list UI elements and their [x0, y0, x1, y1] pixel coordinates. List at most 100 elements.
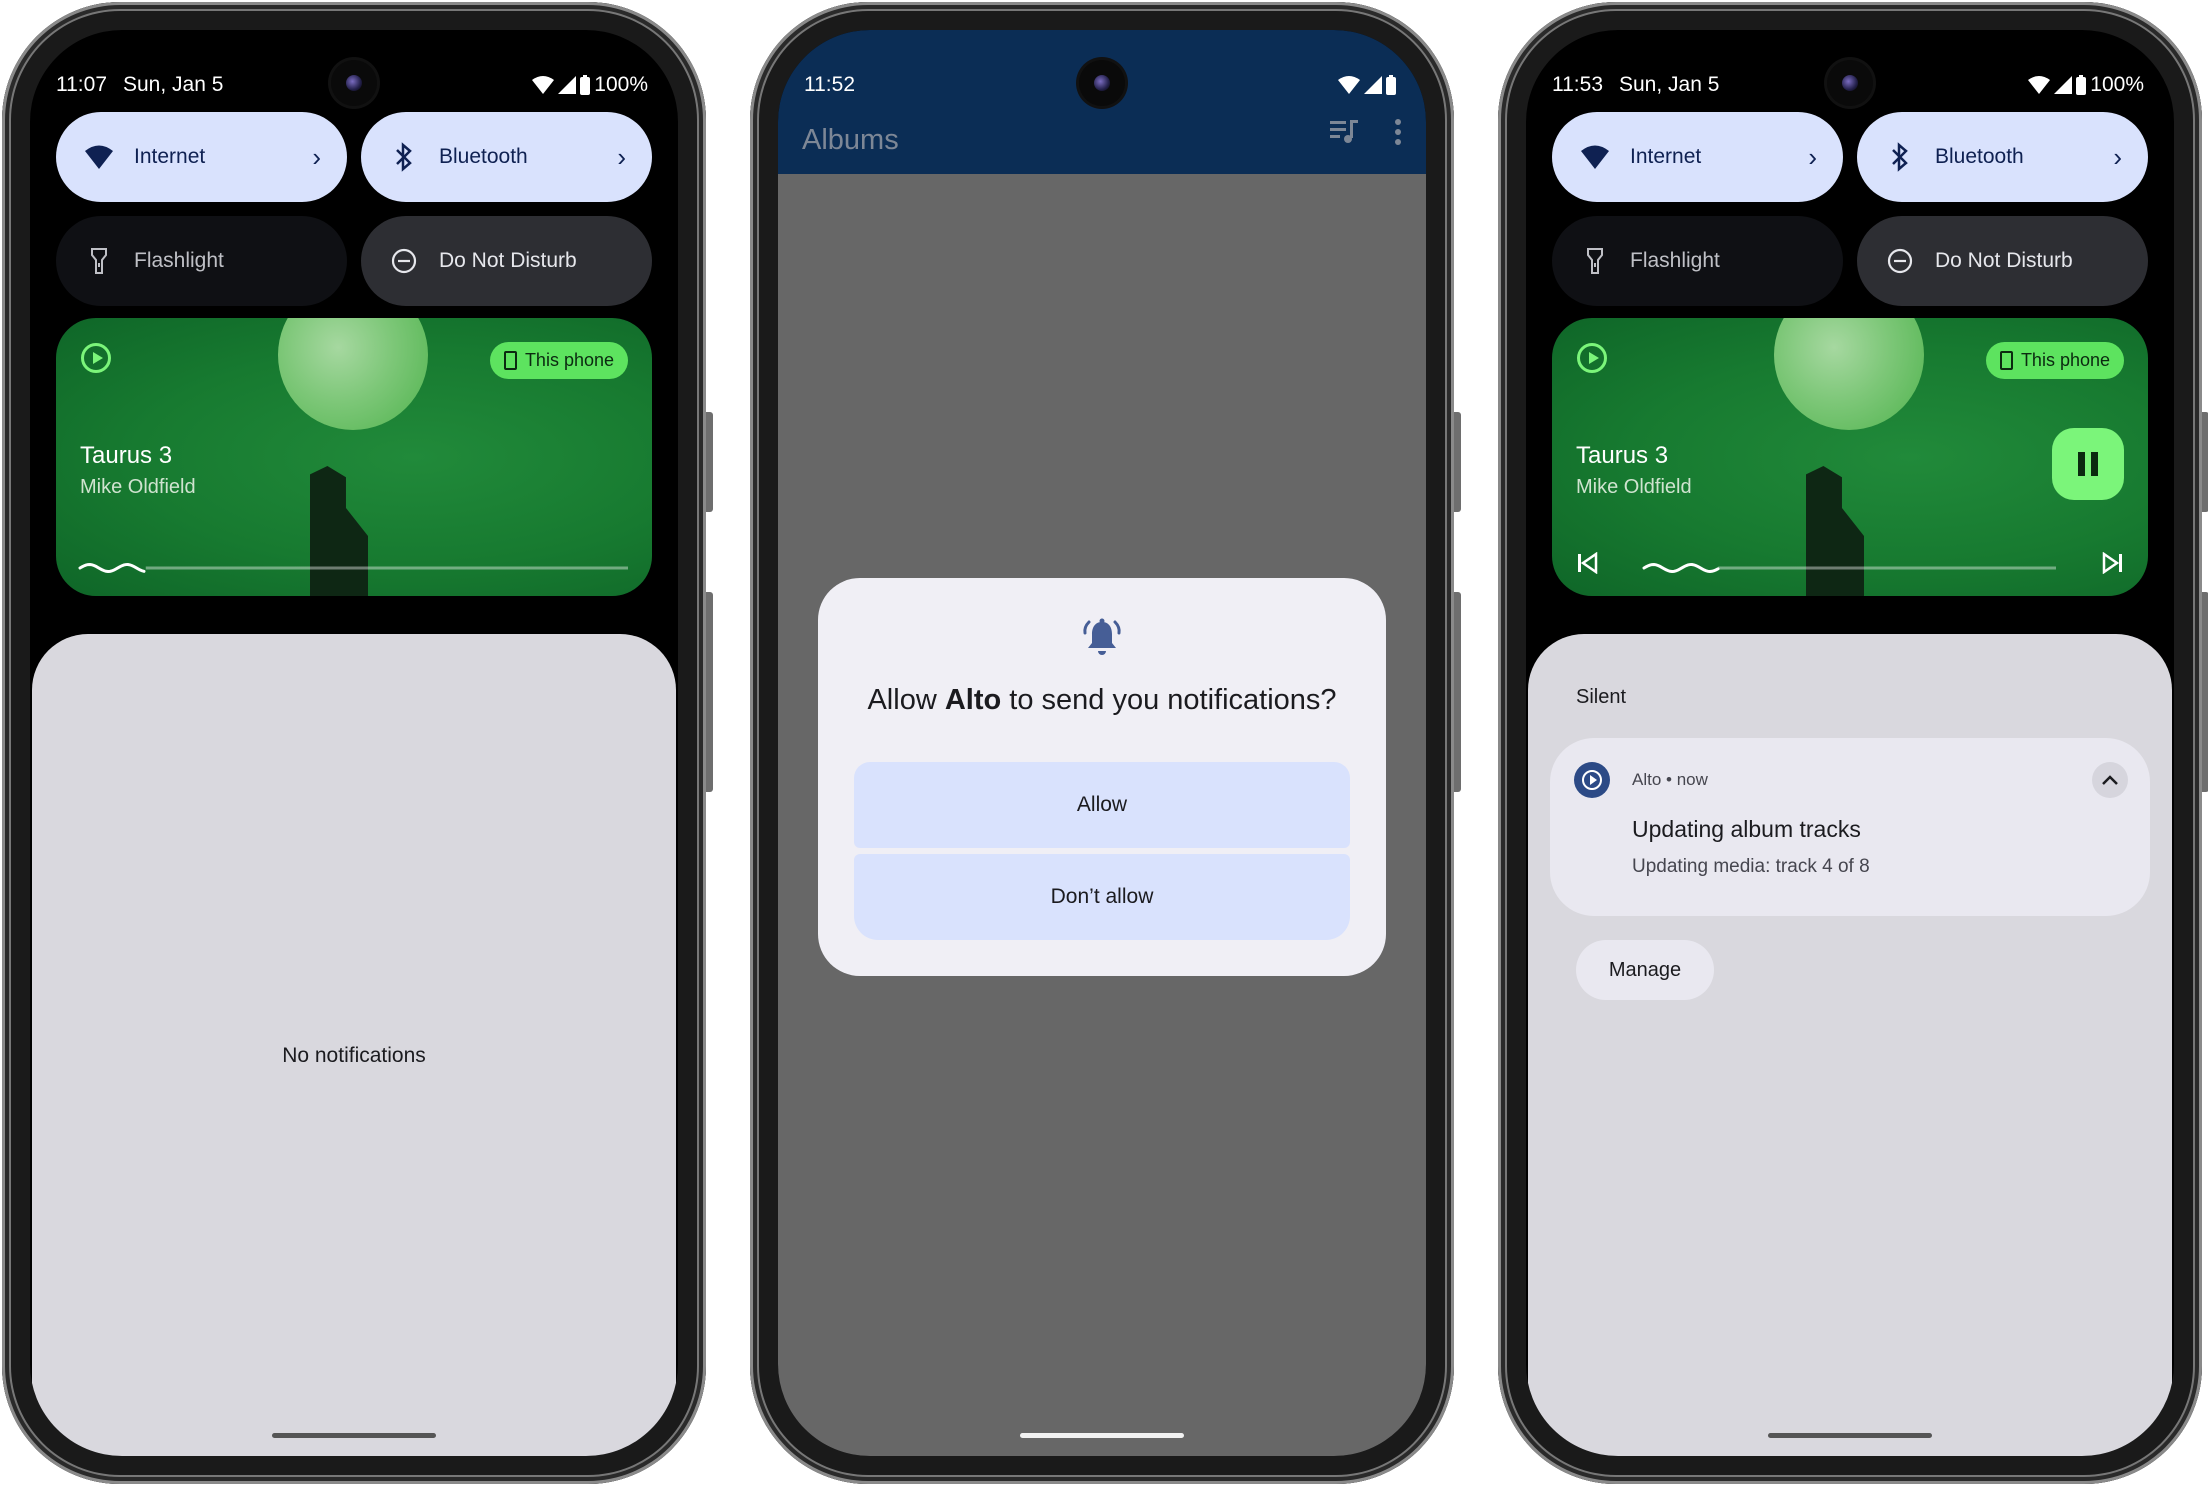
alto-app-icon	[1574, 762, 1610, 798]
album-art-moon	[1774, 318, 1924, 430]
tile-flashlight[interactable]: Flashlight	[56, 216, 347, 306]
dialog-question: Allow Alto to send you notifications?	[818, 684, 1386, 717]
notification-card[interactable]: Alto • now Updating album tracks Updatin…	[1550, 738, 2150, 916]
bluetooth-icon	[1883, 140, 1917, 174]
screen-quick-settings-notification: 11:53 Sun, Jan 5 100% Internet › Bluetoo…	[1526, 30, 2174, 1456]
queue-music-icon[interactable]	[1330, 118, 1360, 144]
notification-meta: Alto • now	[1632, 770, 1708, 789]
skip-next-icon[interactable]	[2102, 552, 2124, 574]
skip-previous-icon[interactable]	[1576, 552, 1598, 574]
smartphone-icon	[503, 351, 517, 370]
home-gesture-bar[interactable]	[1020, 1433, 1184, 1438]
media-artist: Mike Oldfield	[80, 476, 196, 498]
seek-progress	[78, 563, 146, 574]
tile-do-not-disturb[interactable]: Do Not Disturb	[1857, 216, 2148, 306]
wifi-icon	[1578, 140, 1612, 174]
tile-internet[interactable]: Internet ›	[56, 112, 347, 202]
chevron-right-icon: ›	[1808, 141, 1817, 172]
allow-button[interactable]: Allow	[854, 762, 1350, 848]
tile-label: Do Not Disturb	[1935, 249, 2073, 272]
cell-signal-icon	[2054, 76, 2073, 94]
question-app-name: Alto	[944, 684, 1002, 716]
seek-progress	[1642, 563, 1720, 574]
tile-label: Flashlight	[1630, 249, 1720, 272]
output-device-chip[interactable]: This phone	[489, 342, 628, 379]
chevron-up-icon	[2102, 775, 2118, 785]
album-art-moon	[278, 318, 428, 430]
tile-label: Bluetooth	[1935, 145, 2024, 168]
tile-label: Internet	[1630, 145, 1702, 168]
wifi-signal-icon	[532, 76, 555, 94]
wifi-signal-icon	[1338, 76, 1360, 94]
power-button	[706, 412, 713, 512]
media-title: Taurus 3	[80, 442, 173, 469]
tile-flashlight[interactable]: Flashlight	[1552, 216, 1843, 306]
flashlight-icon	[82, 244, 116, 278]
wifi-icon	[82, 140, 116, 174]
tile-label: Do Not Disturb	[439, 249, 577, 272]
screen-permission-dialog: Albums 11:52 Allow Alto to send you noti…	[778, 30, 1426, 1456]
pause-button[interactable]	[2052, 428, 2124, 500]
seek-bar-track	[78, 563, 628, 574]
status-date: Sun, Jan 5	[123, 73, 224, 96]
battery-icon	[580, 75, 591, 95]
media-player-card[interactable]: This phone Taurus 3 Mike Oldfield	[1552, 318, 2148, 596]
tile-bluetooth[interactable]: Bluetooth ›	[361, 112, 652, 202]
pause-icon-bar	[2078, 452, 2085, 476]
notification-bell-icon	[1083, 618, 1121, 655]
media-player-card[interactable]: This phone Taurus 3 Mike Oldfield	[56, 318, 652, 596]
question-suffix: to send you notifications?	[1001, 684, 1337, 716]
screen-quick-settings-empty: 11:07 Sun, Jan 5 100% Internet › Bluetoo…	[30, 30, 678, 1456]
tile-label: Bluetooth	[439, 145, 528, 168]
manage-button[interactable]: Manage	[1576, 940, 1714, 1000]
tile-internet[interactable]: Internet ›	[1552, 112, 1843, 202]
notification-title: Updating album tracks	[1632, 816, 1861, 842]
chevron-right-icon: ›	[312, 141, 321, 172]
phone-frame-1: 11:07 Sun, Jan 5 100% Internet › Bluetoo…	[2, 2, 713, 1484]
power-button	[2202, 412, 2208, 512]
phone-frame-3: 11:53 Sun, Jan 5 100% Internet › Bluetoo…	[1498, 2, 2208, 1484]
status-bar: 11:53 Sun, Jan 5 100%	[1552, 68, 2144, 102]
notification-app: Alto	[1632, 770, 1662, 789]
dont-allow-button[interactable]: Don’t allow	[854, 854, 1350, 940]
output-device-label: This phone	[2020, 350, 2110, 370]
phone-frame-2: Albums 11:52 Allow Alto to send you noti…	[750, 2, 1461, 1484]
no-notifications-text: No notifications	[282, 1044, 426, 1067]
seek-bar-track	[1642, 563, 2056, 574]
tile-label: Internet	[134, 145, 206, 168]
volume-button	[2202, 592, 2208, 792]
album-art-tower	[1806, 466, 1864, 596]
volume-button	[706, 592, 713, 792]
notification-time: now	[1676, 770, 1708, 789]
quick-settings-tiles: Internet › Bluetooth › Flashlight Do Not…	[1552, 112, 2148, 306]
pause-icon-bar	[2091, 452, 2098, 476]
media-app-icon	[81, 343, 111, 373]
chevron-right-icon: ›	[2113, 141, 2122, 172]
app-bar-title: Albums	[802, 124, 899, 156]
seek-bar[interactable]	[78, 560, 628, 574]
more-vert-icon[interactable]	[1394, 118, 1402, 146]
volume-button	[1454, 592, 1461, 792]
do-not-disturb-icon	[387, 244, 421, 278]
status-bar: 11:07 Sun, Jan 5 100%	[56, 68, 648, 102]
power-button	[1454, 412, 1461, 512]
home-gesture-bar[interactable]	[272, 1433, 436, 1438]
tile-label: Flashlight	[134, 249, 224, 272]
media-app-icon	[1577, 343, 1607, 373]
status-time: 11:52	[804, 73, 855, 96]
chevron-right-icon: ›	[617, 141, 626, 172]
home-gesture-bar[interactable]	[1768, 1433, 1932, 1438]
battery-percent: 100%	[594, 73, 648, 96]
battery-icon	[2076, 75, 2087, 95]
notification-shade: Silent Alto • now Updating album tracks …	[1528, 634, 2172, 1456]
seek-bar[interactable]	[1642, 560, 2056, 574]
question-prefix: Allow	[867, 684, 945, 716]
tile-bluetooth[interactable]: Bluetooth ›	[1857, 112, 2148, 202]
notification-text: Updating media: track 4 of 8	[1632, 856, 1870, 877]
tile-do-not-disturb[interactable]: Do Not Disturb	[361, 216, 652, 306]
flashlight-icon	[1578, 244, 1612, 278]
status-bar: 11:52	[804, 68, 1396, 102]
quick-settings-tiles: Internet › Bluetooth › Flashlight Do Not…	[56, 112, 652, 306]
collapse-button[interactable]	[2092, 762, 2128, 798]
output-device-chip[interactable]: This phone	[1985, 342, 2124, 379]
